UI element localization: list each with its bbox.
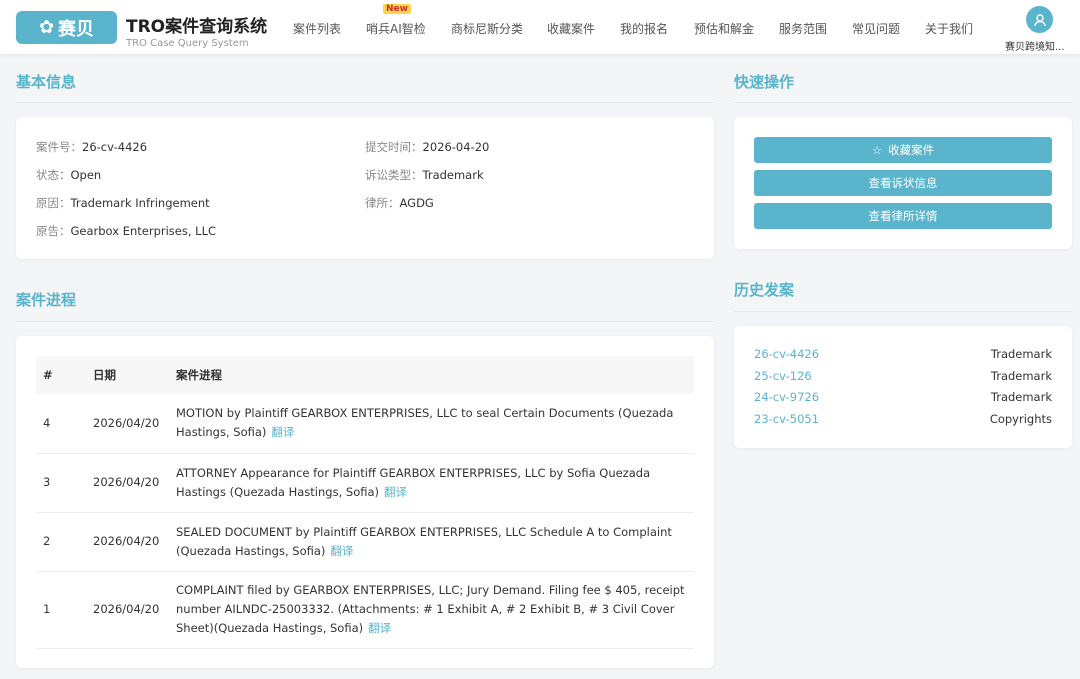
row-date: 2026/04/20 — [86, 571, 169, 649]
value: AGDG — [399, 196, 434, 210]
row-date: 2026/04/20 — [86, 512, 169, 572]
history-item: 26-cv-4426 Trademark — [754, 347, 1052, 361]
col-date: 日期 — [86, 356, 169, 394]
logo-mark-icon: ✿ — [38, 17, 55, 38]
history-item: 25-cv-126 Trademark — [754, 369, 1052, 383]
progress-table: # 日期 案件进程 4 2026/04/20 MOTION by Plainti… — [36, 356, 694, 649]
field-lawsuit-type: 诉讼类型：Trademark — [365, 167, 484, 183]
translate-link[interactable]: 翻译 — [330, 544, 353, 558]
view-law-firm-button[interactable]: 查看律所详情 — [754, 203, 1052, 229]
value: 26-cv-4426 — [82, 140, 148, 154]
col-progress: 案件进程 — [169, 356, 694, 394]
label: 原因： — [36, 196, 71, 210]
value: Gearbox Enterprises, LLC — [70, 224, 217, 238]
translate-link[interactable]: 翻译 — [384, 485, 407, 499]
label: 诉讼类型： — [365, 168, 423, 182]
divider — [734, 311, 1072, 312]
nav-faq[interactable]: 常见问题 — [852, 20, 900, 37]
field-cause: 原因：Trademark Infringement — [36, 195, 210, 211]
history-case-type: Trademark — [990, 390, 1052, 404]
nav-ai-check[interactable]: 哨兵AI智检 — [366, 20, 426, 37]
label: 状态： — [36, 168, 71, 182]
history-case-link[interactable]: 26-cv-4426 — [754, 347, 819, 361]
button-label: 收藏案件 — [888, 143, 935, 157]
history-case-link[interactable]: 23-cv-5051 — [754, 412, 819, 426]
divider — [16, 321, 714, 322]
nav-about[interactable]: 关于我们 — [925, 20, 973, 37]
row-number: 3 — [36, 453, 86, 513]
section-title-basic: 基本信息 — [16, 73, 77, 91]
row-progress: MOTION by Plaintiff GEARBOX ENTERPRISES,… — [169, 394, 694, 454]
view-complaint-button[interactable]: 查看诉状信息 — [754, 170, 1052, 196]
label: 案件号： — [36, 140, 82, 154]
history-item: 24-cv-9726 Trademark — [754, 390, 1052, 404]
row-number: 1 — [36, 571, 86, 649]
quick-actions-card: ☆ 收藏案件 查看诉状信息 查看律所详情 — [734, 117, 1072, 249]
progress-text: COMPLAINT filed by GEARBOX ENTERPRISES, … — [176, 583, 685, 635]
nav-settlement-estimate[interactable]: 预估和解金 — [694, 20, 754, 37]
label: 提交时间： — [365, 140, 423, 154]
value: Trademark — [422, 168, 484, 182]
col-number: # — [36, 356, 86, 394]
user-name[interactable]: 赛贝跨境知... — [1005, 38, 1065, 53]
progress-text: MOTION by Plaintiff GEARBOX ENTERPRISES,… — [176, 406, 674, 440]
user-avatar[interactable] — [1026, 6, 1053, 33]
row-number: 4 — [36, 394, 86, 454]
section-title-progress: 案件进程 — [16, 291, 77, 309]
history-case-type: Trademark — [990, 347, 1052, 361]
history-case-link[interactable]: 24-cv-9726 — [754, 390, 819, 404]
favorite-case-button[interactable]: ☆ 收藏案件 — [754, 137, 1052, 163]
value: 2026-04-20 — [422, 140, 490, 154]
table-row: 2 2026/04/20 SEALED DOCUMENT by Plaintif… — [36, 512, 694, 572]
table-row: 1 2026/04/20 COMPLAINT filed by GEARBOX … — [36, 571, 694, 649]
brand: TRO案件查询系统 TRO Case Query System — [126, 12, 267, 49]
divider — [16, 102, 714, 103]
history-case-link[interactable]: 25-cv-126 — [754, 369, 812, 383]
progress-text: ATTORNEY Appearance for Plaintiff GEARBO… — [176, 465, 651, 499]
section-title-quick: 快速操作 — [734, 73, 795, 91]
nav-my-signups[interactable]: 我的报名 — [620, 20, 668, 37]
field-law-firm: 律所：AGDG — [365, 195, 434, 211]
row-progress: SEALED DOCUMENT by Plaintiff GEARBOX ENT… — [169, 512, 694, 572]
new-badge: New — [383, 4, 411, 14]
user-icon — [1033, 13, 1046, 26]
app-title: TRO案件查询系统 — [126, 17, 268, 37]
top-header: ✿ 赛贝 TRO案件查询系统 TRO Case Query System 案件列… — [0, 0, 1080, 54]
label: 原告： — [36, 224, 71, 238]
history-case-type: Copyrights — [989, 412, 1052, 426]
table-row: 3 2026/04/20 ATTORNEY Appearance for Pla… — [36, 453, 694, 513]
table-row: 4 2026/04/20 MOTION by Plaintiff GEARBOX… — [36, 394, 694, 454]
field-plaintiff: 原告：Gearbox Enterprises, LLC — [36, 223, 216, 239]
section-title-history: 历史发案 — [734, 281, 795, 299]
progress-card: # 日期 案件进程 4 2026/04/20 MOTION by Plainti… — [16, 336, 714, 668]
star-icon: ☆ — [871, 143, 883, 157]
history-case-type: Trademark — [990, 369, 1052, 383]
nav-services[interactable]: 服务范围 — [779, 20, 827, 37]
field-case-number: 案件号：26-cv-4426 — [36, 139, 147, 155]
divider — [734, 102, 1072, 103]
nav-nice-classes[interactable]: 商标尼斯分类 — [451, 20, 523, 37]
value: Open — [70, 168, 102, 182]
basic-info-card: 案件号：26-cv-4426 提交时间：2026-04-20 状态：Open 诉… — [16, 117, 714, 259]
label: 律所： — [365, 196, 400, 210]
nav-favorites[interactable]: 收藏案件 — [547, 20, 595, 37]
history-card: 26-cv-4426 Trademark 25-cv-126 Trademark 2… — [734, 326, 1072, 448]
row-date: 2026/04/20 — [86, 394, 169, 454]
field-submit-time: 提交时间：2026-04-20 — [365, 139, 489, 155]
progress-text: SEALED DOCUMENT by Plaintiff GEARBOX ENT… — [176, 524, 672, 558]
history-item: 23-cv-5051 Copyrights — [754, 412, 1052, 426]
translate-link[interactable]: 翻译 — [271, 425, 294, 439]
value: Trademark Infringement — [70, 196, 210, 210]
row-progress: COMPLAINT filed by GEARBOX ENTERPRISES, … — [169, 571, 694, 649]
logo[interactable]: ✿ 赛贝 — [16, 11, 117, 44]
translate-link[interactable]: 翻译 — [368, 621, 391, 635]
app-subtitle: TRO Case Query System — [126, 38, 249, 49]
nav-case-list[interactable]: 案件列表 — [293, 20, 341, 37]
field-status: 状态：Open — [36, 167, 101, 183]
row-progress: ATTORNEY Appearance for Plaintiff GEARBO… — [169, 453, 694, 513]
row-number: 2 — [36, 512, 86, 572]
row-date: 2026/04/20 — [86, 453, 169, 513]
